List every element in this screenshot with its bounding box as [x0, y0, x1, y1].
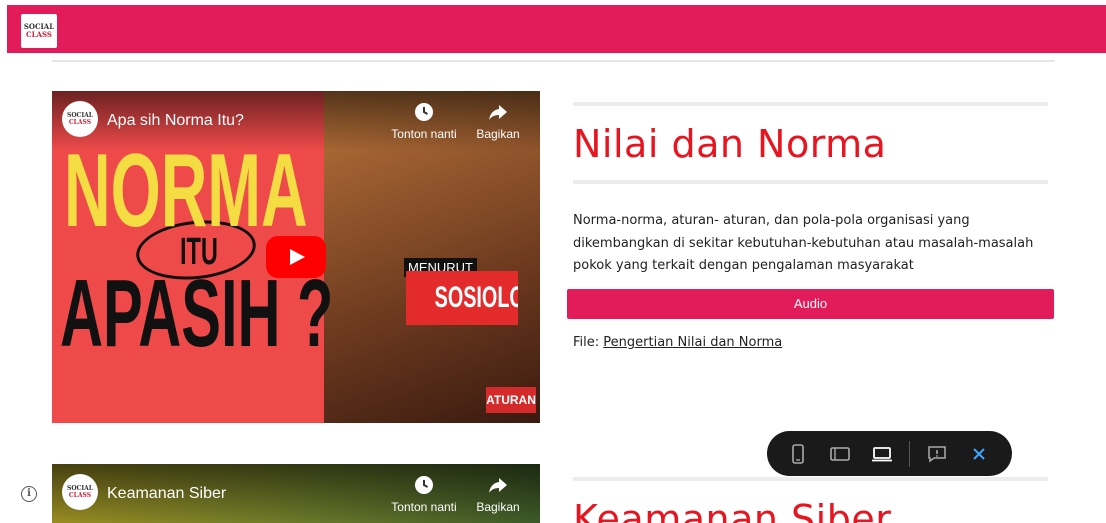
- watch-later-button-2[interactable]: Tonton nanti: [388, 474, 460, 514]
- section-heading-2: Keamanan Siber: [573, 497, 892, 523]
- phone-icon[interactable]: [777, 431, 819, 476]
- share-button-2[interactable]: Bagikan: [462, 474, 534, 514]
- video-title[interactable]: Apa sih Norma Itu?: [107, 112, 244, 130]
- laptop-icon[interactable]: [861, 431, 903, 476]
- floating-device-toolbar: [767, 431, 1012, 476]
- close-icon[interactable]: [958, 431, 1000, 476]
- site-logo[interactable]: SOCIAL CLASS: [21, 14, 57, 48]
- section-heading: Nilai dan Norma: [573, 122, 887, 166]
- section-description: Norma-norma, aturan- aturan, dan pola-po…: [573, 213, 1034, 273]
- video-player[interactable]: NORMA ITU APASIH ? MENURUT SOSIOLOGI ATU…: [52, 91, 540, 423]
- thumb-norma-text: NORMA: [64, 133, 308, 249]
- file-line: File: Pengertian Nilai dan Norma: [573, 335, 783, 350]
- toolbar-separator: [909, 440, 910, 467]
- watch-later-button[interactable]: Tonton nanti: [388, 101, 460, 141]
- clock-icon: [388, 474, 460, 496]
- channel-avatar[interactable]: SOCIAL CLASS: [62, 101, 98, 137]
- heading-rule-bottom: [573, 180, 1048, 184]
- file-link[interactable]: Pengertian Nilai dan Norma: [603, 335, 782, 350]
- share-button[interactable]: Bagikan: [462, 101, 534, 141]
- top-bar: SOCIAL CLASS: [7, 5, 1106, 53]
- info-icon[interactable]: i: [21, 486, 37, 502]
- play-button[interactable]: [266, 236, 326, 278]
- video-title-2[interactable]: Keamanan Siber: [107, 485, 226, 503]
- thumb-apasih-text: APASIH ?: [60, 260, 334, 367]
- top-divider: [52, 60, 1055, 62]
- share-arrow-icon: [462, 101, 534, 123]
- heading-rule-top: [573, 102, 1048, 106]
- share-arrow-icon: [462, 474, 534, 496]
- audio-button[interactable]: Audio: [567, 289, 1054, 319]
- clock-icon: [388, 101, 460, 123]
- channel-avatar-2[interactable]: SOCIAL CLASS: [62, 474, 98, 510]
- video-player-2[interactable]: SOCIAL CLASS Keamanan Siber Tonton nanti…: [52, 464, 540, 523]
- feedback-icon[interactable]: [916, 431, 958, 476]
- thumb-aturan-label: ATURAN: [486, 387, 536, 413]
- heading-rule-top-2: [573, 477, 1048, 481]
- thumb-sosiologi-label: SOSIOLOGI: [406, 271, 518, 325]
- tablet-icon[interactable]: [819, 431, 861, 476]
